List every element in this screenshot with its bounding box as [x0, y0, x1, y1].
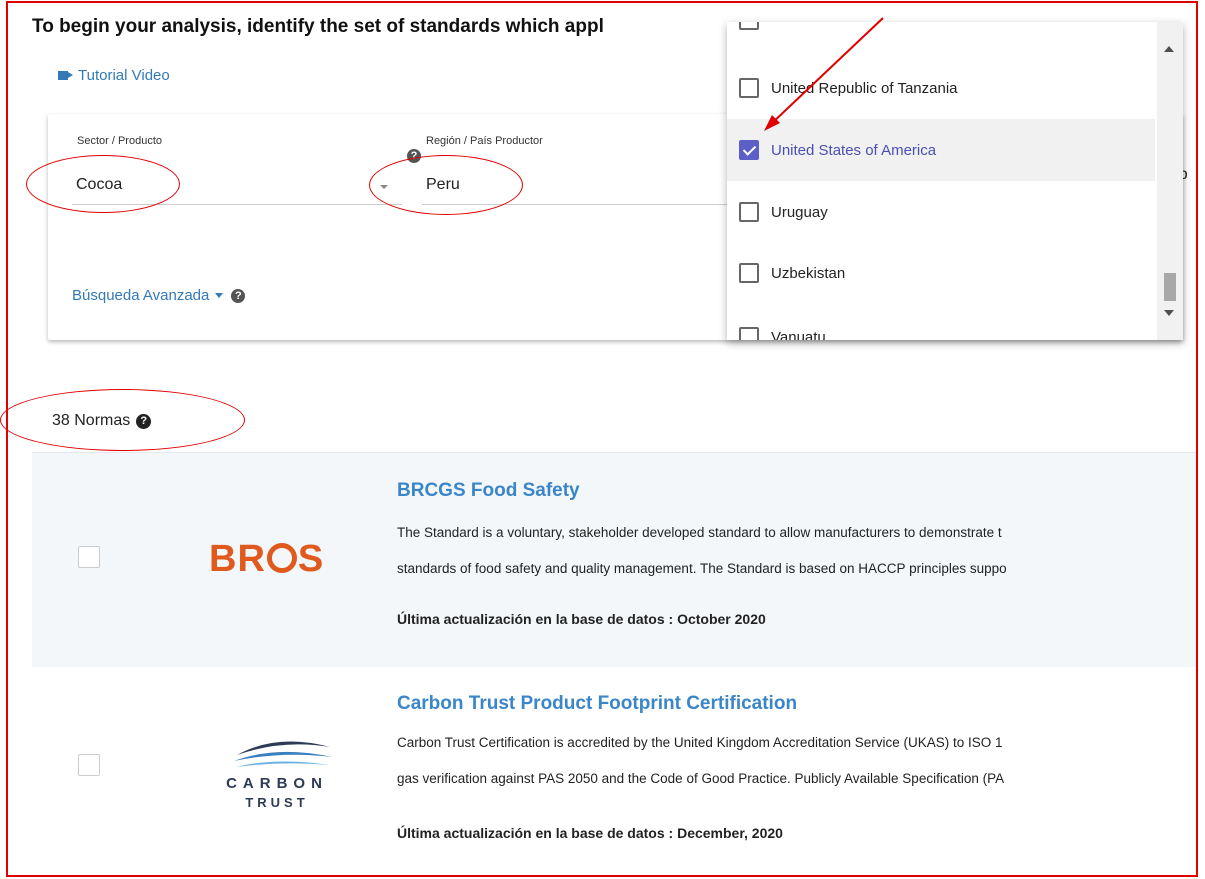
- annotation-arrow-icon: [764, 17, 884, 131]
